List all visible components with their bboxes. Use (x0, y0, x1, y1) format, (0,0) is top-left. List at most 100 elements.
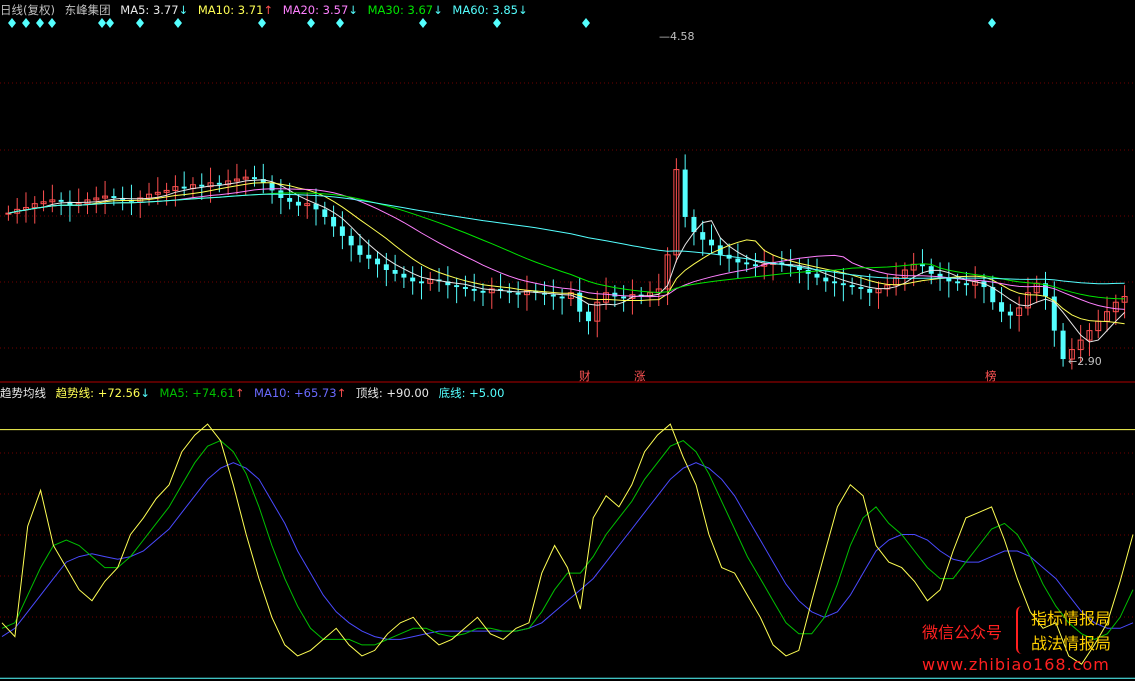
main-chart-header: 日线(复权) 东峰集团 MA5: 3.77↓ MA10: 3.71↑ MA20:… (0, 3, 528, 17)
ind-ma5-value: +74.61 (192, 386, 235, 400)
indicator-name[interactable]: 趋势均线 (0, 386, 46, 400)
candle-body-down (111, 196, 117, 198)
ma10-label: MA10: (197, 3, 235, 17)
signal-diamond-markers (8, 18, 996, 28)
event-marker-limit-up[interactable]: 涨 (634, 368, 646, 384)
signal-diamond (98, 18, 106, 28)
signal-diamond (174, 18, 182, 28)
signal-diamond (988, 18, 996, 28)
candle-body-down (963, 283, 969, 286)
candle-body-down (322, 209, 328, 217)
bottom-line-value: +5.00 (469, 386, 505, 400)
top-line-label: 顶线: (355, 386, 383, 400)
candle-body-down (58, 199, 64, 202)
watermark-bracket (1016, 606, 1026, 654)
signal-diamond (22, 18, 30, 28)
ma30-label: MA30: (367, 3, 404, 17)
signal-diamond (419, 18, 427, 28)
event-marker-rank[interactable]: 榜 (985, 368, 997, 384)
ma30-arrow: ↓ (433, 3, 443, 17)
trend-arrow: ↓ (140, 386, 150, 400)
ma10-value: 3.71 (237, 3, 264, 17)
ind-ma10-arrow: ↑ (336, 386, 347, 400)
candle-body-down (682, 169, 688, 217)
trend-ma5-line (1, 440, 1134, 646)
candle-body-down (401, 273, 407, 278)
candle-body-down (418, 281, 424, 284)
candle-body-down (251, 177, 257, 180)
signal-diamond (582, 18, 590, 28)
candle-body-down (700, 232, 706, 240)
candle-body-down (375, 258, 381, 265)
ma5-label: MA5: (120, 3, 150, 17)
candle-body-down (823, 277, 829, 282)
candle-body-down (559, 296, 565, 299)
ma20-arrow: ↓ (348, 3, 358, 17)
candle-body-down (515, 292, 521, 295)
signal-diamond (36, 18, 44, 28)
ma20-value: 3.57 (322, 3, 349, 17)
ma60-label: MA60: (452, 3, 489, 17)
candle-body-down (955, 281, 961, 284)
price-low-label: ←2.90 (1068, 355, 1102, 368)
ind-ma5-label: MA5: (159, 386, 189, 400)
price-low-value: 2.90 (1077, 355, 1102, 368)
trend-ma10-line (1, 462, 1134, 640)
price-high-label: —4.58 (659, 30, 695, 43)
ma20-line (8, 188, 1125, 310)
signal-diamond (8, 18, 16, 28)
candle-body-down (735, 258, 741, 263)
ma60-value: 3.85 (492, 3, 518, 17)
candle-body-down (840, 283, 846, 286)
candle-body-down (181, 186, 187, 189)
ind-ma10-label: MA10: (254, 386, 291, 400)
candle-body-down (287, 198, 293, 202)
candle-body-down (295, 201, 301, 206)
candlestick-series (5, 154, 1128, 370)
ma5-value: 3.77 (152, 3, 179, 17)
ma30-value: 3.67 (407, 3, 434, 17)
price-high-value: 4.58 (670, 30, 695, 43)
event-marker-finance[interactable]: 财 (579, 368, 591, 384)
stock-name: 东峰集团 (64, 3, 111, 17)
candle-body-down (331, 216, 337, 227)
candle-body-down (480, 290, 486, 293)
trend-value: +72.56 (97, 386, 141, 400)
candle-body-down (832, 281, 838, 284)
watermark-url: www.zhibiao168.com (922, 655, 1110, 674)
candle-body-down (744, 262, 750, 265)
signal-diamond (307, 18, 315, 28)
candle-body-down (858, 287, 864, 289)
candle-body-down (454, 285, 460, 288)
candle-body-down (621, 296, 627, 299)
candle-body-down (199, 184, 205, 187)
signal-diamond (48, 18, 56, 28)
candle-body-down (339, 226, 345, 236)
candle-body-down (814, 273, 820, 278)
stock-chart-canvas[interactable] (0, 0, 1135, 681)
candle-body-down (585, 311, 591, 322)
candle-body-down (366, 254, 372, 259)
candle-body-down (999, 302, 1005, 312)
ma5-arrow: ↓ (178, 3, 189, 17)
candle-body-down (752, 264, 758, 267)
ma20-label: MA20: (282, 3, 319, 17)
signal-diamond (258, 18, 266, 28)
candle-body-down (550, 294, 556, 297)
candle-body-down (348, 235, 354, 246)
candle-body-down (471, 288, 477, 291)
period-label[interactable]: 日线(复权) (0, 3, 55, 17)
candle-body-down (410, 277, 416, 282)
top-line-value: +90.00 (386, 386, 429, 400)
ma10-arrow: ↑ (263, 3, 274, 17)
candle-body-down (392, 270, 398, 274)
candle-body-down (269, 182, 275, 191)
candle-body-down (867, 288, 873, 293)
ma60-arrow: ↓ (517, 3, 528, 17)
watermark-name-1: 指标情报局 (1031, 609, 1112, 628)
candle-body-down (919, 264, 925, 267)
signal-diamond (106, 18, 114, 28)
ind-ma10-value: +65.73 (294, 386, 337, 400)
signal-diamond (136, 18, 144, 28)
signal-diamond (493, 18, 501, 28)
